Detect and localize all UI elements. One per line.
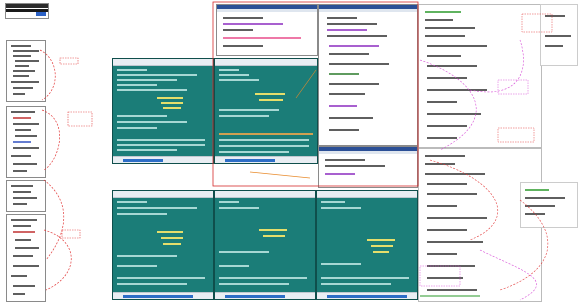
annotation-overlay xyxy=(212,1,553,301)
